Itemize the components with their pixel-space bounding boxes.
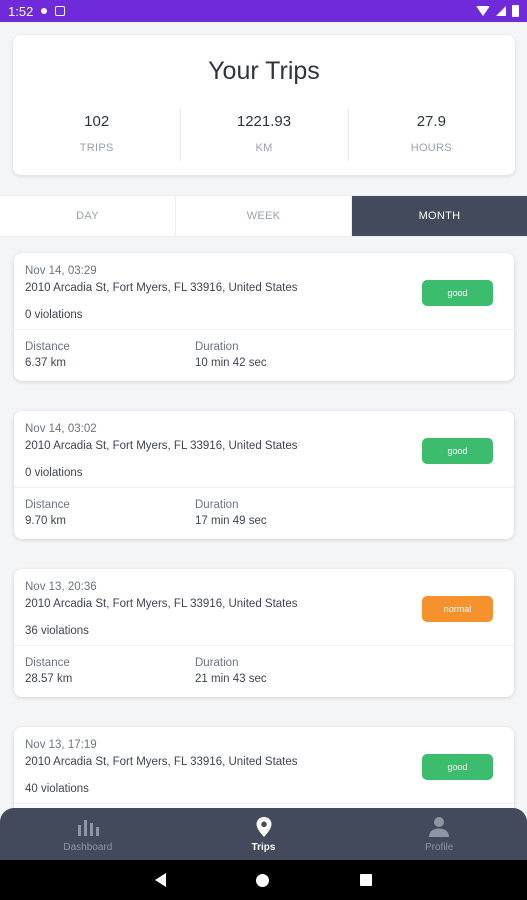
- nav-dashboard[interactable]: Dashboard: [0, 808, 176, 860]
- bottom-nav: Dashboard Trips Profile: [0, 808, 527, 860]
- period-tabs: DAY WEEK MONTH: [0, 195, 527, 237]
- divider: [14, 329, 514, 330]
- trip-card[interactable]: Nov 14, 03:29 2010 Arcadia St, Fort Myer…: [14, 253, 514, 381]
- divider: [14, 487, 514, 488]
- page-title: Your Trips: [208, 57, 320, 85]
- home-icon[interactable]: [256, 873, 270, 887]
- trip-rating-badge: good: [422, 280, 493, 306]
- status-time: 1:52: [8, 3, 34, 19]
- stat-trips: 102 TRIPS: [13, 113, 180, 154]
- tab-week[interactable]: WEEK: [176, 196, 352, 236]
- nav-profile[interactable]: Profile: [351, 808, 527, 860]
- trip-address: 2010 Arcadia St, Fort Myers, FL 33916, U…: [25, 440, 298, 452]
- system-nav-bar: [0, 860, 527, 900]
- trip-violations: 36 violations: [25, 625, 89, 637]
- app-notification-icon: [55, 6, 66, 16]
- location-pin-icon: [256, 816, 271, 837]
- trip-address: 2010 Arcadia St, Fort Myers, FL 33916, U…: [25, 282, 298, 294]
- nav-label: Trips: [251, 841, 276, 853]
- trip-violations: 40 violations: [25, 783, 89, 795]
- trip-address: 2010 Arcadia St, Fort Myers, FL 33916, U…: [25, 756, 298, 768]
- trip-date: Nov 14, 03:29: [25, 265, 97, 277]
- distance-label: Distance: [25, 341, 70, 353]
- distance-label: Distance: [25, 657, 70, 669]
- person-icon: [429, 816, 450, 837]
- duration-value: 21 min 43 sec: [195, 673, 267, 685]
- divider: [14, 803, 514, 804]
- nav-label: Dashboard: [63, 841, 113, 853]
- divider: [14, 645, 514, 646]
- back-icon[interactable]: [155, 873, 167, 887]
- trip-rating-badge: normal: [422, 596, 493, 622]
- trip-card[interactable]: Nov 13, 20:36 2010 Arcadia St, Fort Myer…: [14, 569, 514, 697]
- trip-date: Nov 13, 20:36: [25, 581, 97, 593]
- tab-month[interactable]: MONTH: [352, 196, 527, 236]
- trip-card[interactable]: Nov 14, 03:02 2010 Arcadia St, Fort Myer…: [14, 411, 514, 539]
- stat-label: KM: [255, 142, 273, 154]
- notification-icon: [41, 8, 48, 14]
- status-bar: 1:52: [0, 0, 527, 22]
- stat-label: TRIPS: [79, 142, 114, 154]
- stat-hours: 27.9 HOURS: [347, 109, 515, 161]
- trip-rating-badge: good: [422, 754, 493, 780]
- trips-summary-card: Your Trips 102 TRIPS 1221.93 KM 27.9 HOU…: [13, 35, 515, 175]
- nav-trips[interactable]: Trips: [176, 808, 352, 860]
- trip-violations: 0 violations: [25, 467, 83, 479]
- duration-value: 17 min 49 sec: [195, 515, 267, 527]
- signal-icon: [496, 6, 506, 16]
- trip-violations: 0 violations: [25, 309, 83, 321]
- recent-apps-icon[interactable]: [359, 874, 372, 886]
- trip-date: Nov 13, 17:19: [25, 739, 97, 751]
- stat-km: 1221.93 KM: [180, 109, 347, 161]
- trip-date: Nov 14, 03:02: [25, 423, 97, 435]
- duration-label: Duration: [195, 657, 239, 669]
- stat-value: 1221.93: [236, 113, 292, 130]
- battery-icon: [512, 5, 519, 17]
- distance-value: 28.57 km: [25, 673, 73, 685]
- tab-day[interactable]: DAY: [0, 196, 176, 236]
- stats-row: 102 TRIPS 1221.93 KM 27.9 HOURS: [13, 109, 515, 161]
- stat-value: 102: [84, 113, 110, 130]
- duration-value: 10 min 42 sec: [195, 357, 267, 369]
- trip-rating-badge: good: [422, 438, 493, 464]
- duration-label: Duration: [195, 499, 239, 511]
- distance-value: 6.37 km: [25, 357, 66, 369]
- stat-label: HOURS: [410, 142, 452, 154]
- bar-chart-icon: [77, 819, 99, 836]
- distance-label: Distance: [25, 499, 70, 511]
- distance-value: 9.70 km: [25, 515, 66, 527]
- wifi-icon: [476, 6, 490, 16]
- trip-address: 2010 Arcadia St, Fort Myers, FL 33916, U…: [25, 598, 298, 610]
- nav-label: Profile: [425, 841, 454, 853]
- stat-value: 27.9: [416, 113, 446, 130]
- duration-label: Duration: [195, 341, 239, 353]
